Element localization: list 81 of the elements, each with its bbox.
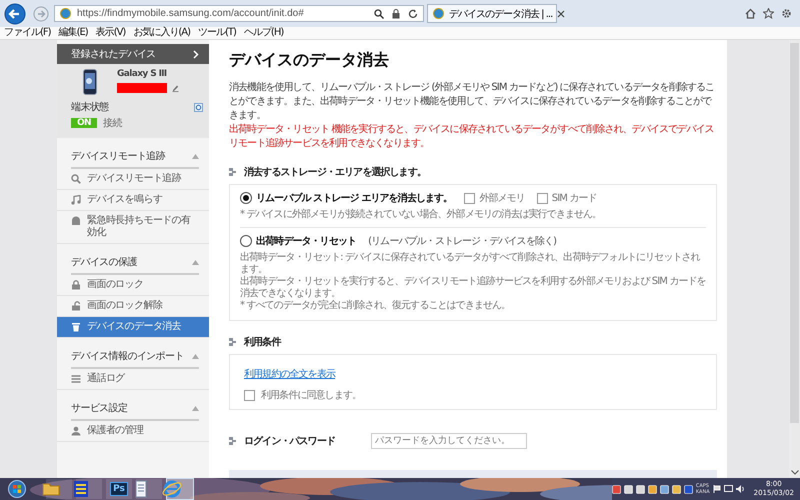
note-text: 出荷時データ・リセットを実行すると、デバイスリモート追跡サービスを利用する外部メモリおよび SIM カードを消去できなくなります。 <box>240 276 706 300</box>
flag-icon[interactable] <box>712 485 721 493</box>
app-icon <box>71 479 91 499</box>
checkbox-label: 外部メモリ <box>479 192 525 205</box>
section-bullet-icon <box>229 168 236 176</box>
close-icon[interactable] <box>557 10 566 18</box>
option-label: 出荷時データ・リセット <box>256 234 356 248</box>
section-header[interactable]: デバイスの保護 <box>71 244 199 275</box>
person-icon <box>71 426 81 436</box>
page-title: デバイスのデータ消去 <box>229 50 390 71</box>
menu-item[interactable]: ファイル(F) <box>4 27 51 39</box>
checkbox-label: SIM カード <box>552 192 597 205</box>
terms-link[interactable]: 利用規約の全文を表示 <box>244 369 336 380</box>
unlock-icon <box>71 301 81 311</box>
lock-icon <box>71 280 81 290</box>
lock-icon <box>392 8 400 18</box>
header-title: 登録されたデバイス <box>71 48 156 61</box>
nav-item[interactable]: 画面のロック <box>57 275 209 296</box>
star-icon[interactable] <box>763 8 774 19</box>
note-text: 出荷時データ・リセット: デバイスに保存されているデータがすべて削除され、出荷時デフォルトにリセットされます。 <box>240 252 702 276</box>
internet-explorer-icon <box>162 479 182 499</box>
address-bar[interactable]: https://findmymobile.samsung.com/account/init.do# <box>54 5 424 22</box>
redaction-bar <box>117 83 167 93</box>
note-text: * デバイスに外部メモリが接続されていない場合、外部メモリの消去は実行できません。 <box>240 209 602 221</box>
section-heading: ログイン・パスワード <box>244 435 336 448</box>
phone-icon <box>83 69 97 95</box>
menu-item[interactable]: ヘルプ(H) <box>244 27 284 39</box>
section-heading: 利用条件 <box>244 336 280 349</box>
section-heading: 消去するストレージ・エリアを選択します。 <box>244 166 426 179</box>
url-text: https://findmymobile.samsung.com/account/init.do# <box>77 8 304 19</box>
menu-item[interactable]: お気に入り(A) <box>133 27 190 39</box>
scrollbar[interactable] <box>789 40 800 478</box>
password-field[interactable]: パスワードを入力してください。 <box>371 433 528 449</box>
selected-radio-button[interactable] <box>240 192 252 204</box>
section-title: デバイス情報のインポート <box>71 350 184 363</box>
list-icon <box>71 374 81 384</box>
home-icon[interactable] <box>745 8 756 19</box>
tab-title: デバイスのデータ消去 | ... <box>449 8 552 20</box>
edit-icon[interactable] <box>172 84 179 92</box>
note-text: * すべてのデータが完全に削除され、復元することはできません。 <box>240 300 512 312</box>
back-icon[interactable] <box>4 2 26 24</box>
intro-text: 消去機能を使用して、リムーバブル・ストレージ (外部メモリや SIM カードなど) に保存されているデータを削除することができます。また、出荷時データ・リセット機能を使用して、デバイスに保存されているデータを削除することができます。 <box>229 81 716 123</box>
radio-button[interactable] <box>240 235 252 247</box>
checkbox[interactable] <box>536 192 548 204</box>
scroll-down-icon[interactable] <box>790 470 798 475</box>
device-name: Galaxy S Ⅲ <box>117 69 168 79</box>
option-label: リムーバブル ストレージ エリアを消去します。 <box>256 192 452 205</box>
chevron-right-icon <box>193 50 199 58</box>
start-orb-icon[interactable] <box>8 480 26 498</box>
menu-item[interactable]: 表示(V) <box>96 27 126 39</box>
nav-item[interactable]: デバイスのデータ消去 <box>57 317 209 338</box>
agree-label: 利用条件に同意します。 <box>261 388 362 402</box>
music-note-icon <box>71 195 81 205</box>
trash-icon <box>71 322 81 332</box>
section-title: デバイスリモート追跡 <box>71 150 166 163</box>
menu-item[interactable]: 編集(E) <box>58 27 88 39</box>
search-icon <box>71 174 81 184</box>
status-label: 端末状態 <box>71 100 109 114</box>
devices-header[interactable]: 登録されたデバイス <box>57 44 209 64</box>
option-sublabel: (リムーバブル・ストレージ・デバイスを除く) <box>368 234 556 248</box>
warning-text: 出荷時データ・リセット 機能を実行すると、デバイスに保存されているデータがすべて削除され、デバイスでデバイスリモート追跡サービスを利用できなくなります。 <box>229 123 715 151</box>
nav-item[interactable]: 通話ログ <box>57 369 209 390</box>
menu-item[interactable]: ツール(T) <box>198 27 236 39</box>
taskbar-app[interactable] <box>76 479 102 499</box>
checkbox[interactable] <box>244 390 255 400</box>
taskbar-app[interactable]: Ps <box>106 479 132 499</box>
section-bullet-icon <box>229 437 236 445</box>
section-title: サービス設定 <box>71 402 128 415</box>
search-icon[interactable] <box>374 8 384 18</box>
section-header[interactable]: デバイスリモート追跡 <box>71 138 199 169</box>
section-header[interactable]: サービス設定 <box>71 390 199 421</box>
settings-icon[interactable] <box>781 8 792 19</box>
network-icon[interactable] <box>724 485 733 493</box>
section-bullet-icon <box>229 338 236 346</box>
taskbar-app[interactable] <box>136 479 162 499</box>
status-text: 接続 <box>102 116 122 130</box>
status-badge: ON <box>71 118 97 128</box>
section-title: デバイスの保護 <box>71 256 137 269</box>
checkbox[interactable] <box>464 192 476 204</box>
speaker-icon[interactable] <box>736 485 745 493</box>
section-header[interactable]: デバイス情報のインポート <box>71 338 199 369</box>
